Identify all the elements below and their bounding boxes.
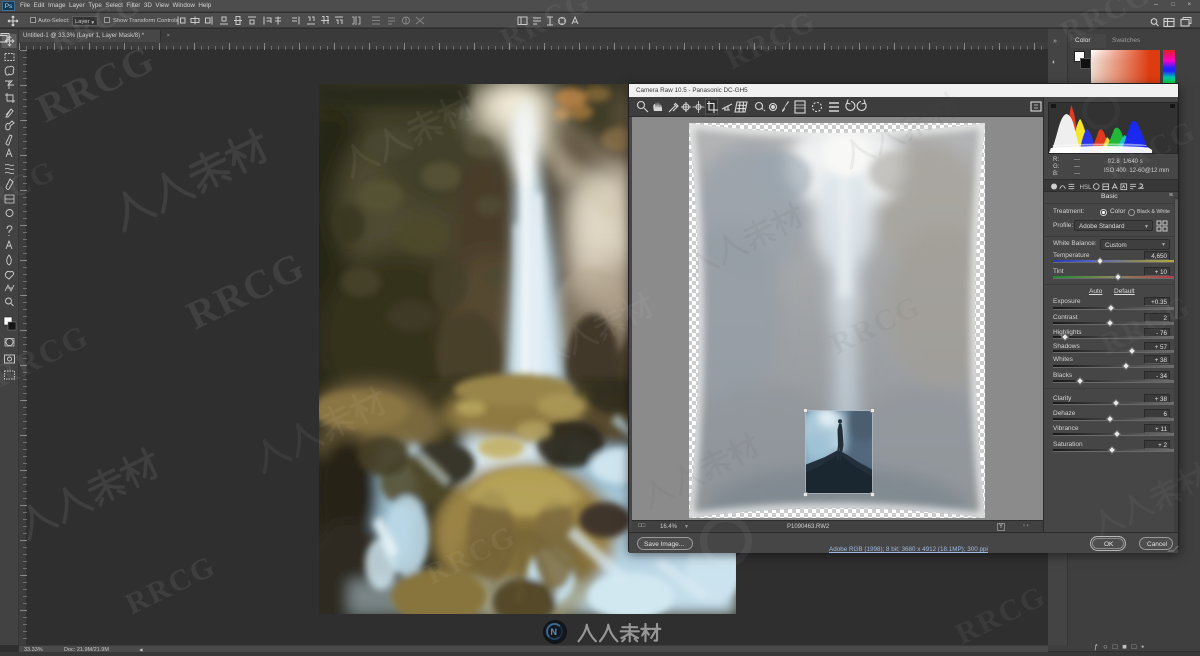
svg-text:HSL: HSL bbox=[1080, 184, 1093, 191]
